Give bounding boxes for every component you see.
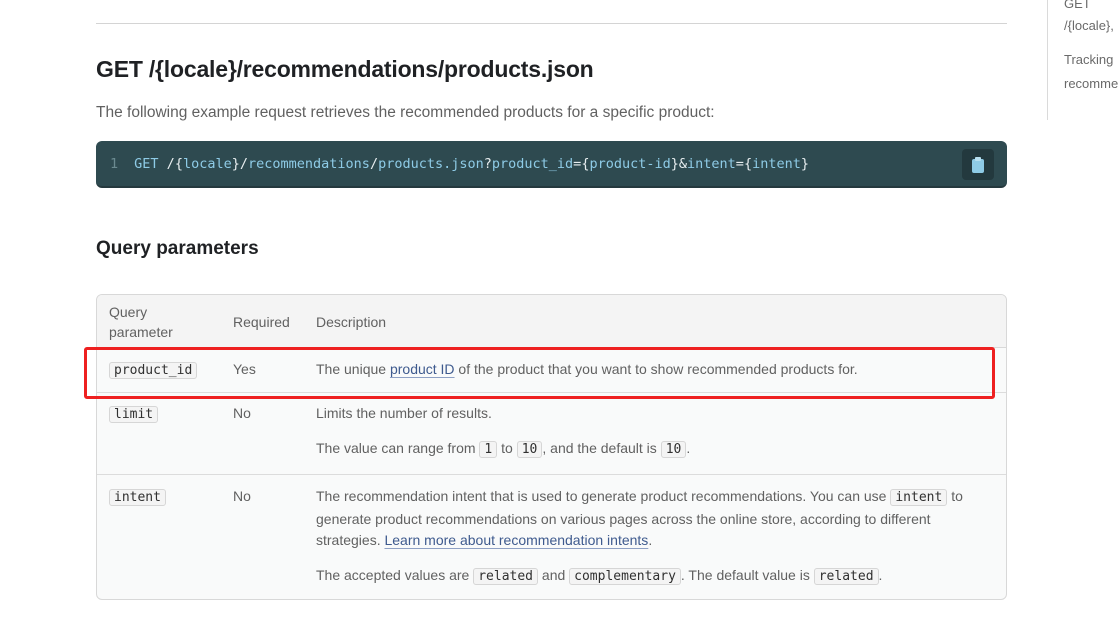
table-of-contents: GET /{locale}, Tracking recomme bbox=[1047, 0, 1119, 120]
table-header: Query parameter Required Description bbox=[97, 295, 1006, 348]
line-number: 1 bbox=[110, 156, 119, 172]
param-required: No bbox=[233, 405, 251, 421]
param-description: The recommendation intent that is used t… bbox=[316, 488, 963, 585]
section-divider bbox=[96, 23, 1007, 24]
section-intro: The following example request retrieves … bbox=[96, 104, 715, 121]
param-name: limit bbox=[109, 406, 159, 423]
table-row: intent No The recommendation intent that… bbox=[97, 475, 1006, 599]
param-description: The unique product ID of the product tha… bbox=[316, 361, 858, 377]
toc-item-tracking-line2[interactable]: recomme bbox=[1064, 72, 1118, 95]
table-row: limit No Limits the number of results. T… bbox=[97, 393, 1006, 475]
section-title: GET /{locale}/recommendations/products.j… bbox=[96, 56, 594, 82]
toc-item-tracking-line1[interactable]: Tracking bbox=[1064, 48, 1113, 71]
query-parameters-table: Query parameter Required Description pro… bbox=[96, 294, 1007, 600]
code-example: 1 GET /{locale}/recommendations/products.… bbox=[96, 141, 1007, 188]
table-row: product_id Yes The unique product ID of … bbox=[97, 348, 1006, 393]
copy-code-button[interactable] bbox=[962, 149, 994, 180]
code-method: GET bbox=[134, 156, 159, 172]
param-name: intent bbox=[109, 489, 166, 506]
clipboard-icon bbox=[972, 156, 984, 173]
toc-item-get-line2[interactable]: /{locale}, bbox=[1064, 14, 1114, 37]
product-id-link[interactable]: product ID bbox=[390, 361, 455, 377]
param-name: product_id bbox=[109, 362, 198, 379]
param-required: No bbox=[233, 488, 251, 504]
header-query-parameter: Query parameter bbox=[109, 304, 173, 340]
query-parameters-heading: Query parameters bbox=[96, 238, 259, 259]
toc-item-get-line1[interactable]: GET bbox=[1064, 0, 1091, 15]
param-description: Limits the number of results. The value … bbox=[316, 405, 691, 458]
header-required: Required bbox=[233, 314, 290, 330]
header-description: Description bbox=[316, 314, 387, 330]
param-required: Yes bbox=[233, 361, 256, 377]
code-line: 1 GET /{locale}/recommendations/products.… bbox=[110, 156, 809, 172]
recommendation-intents-link[interactable]: Learn more about recommendation intents bbox=[384, 532, 648, 548]
